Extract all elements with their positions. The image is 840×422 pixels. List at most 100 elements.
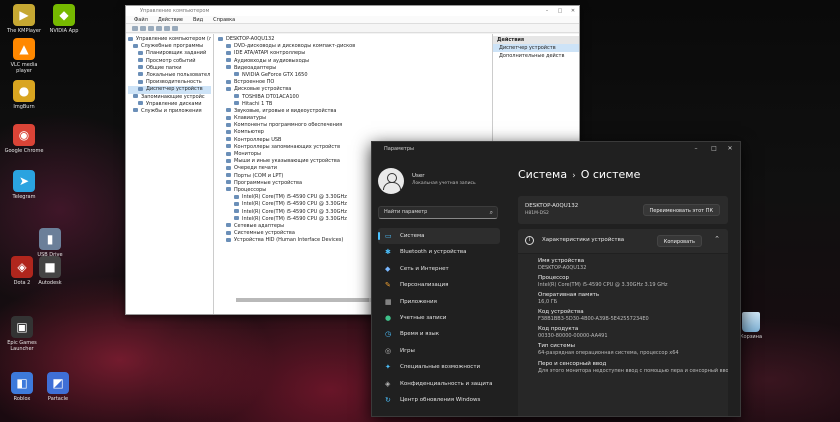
device-tree-label: NVIDIA GeForce GTX 1650 — [242, 71, 308, 78]
user-name: User — [412, 173, 425, 179]
desktop-icon[interactable]: ▶ The KMPlayer — [2, 4, 46, 34]
settings-nav-item[interactable]: ▦ Приложения — [378, 294, 500, 310]
device-tree-item[interactable]: Клавиатуры — [218, 115, 488, 122]
console-tree-item[interactable]: Производительность — [128, 79, 211, 86]
device-tree-item[interactable]: Компьютер — [218, 129, 488, 136]
console-tree-item[interactable]: Локальные пользовател — [128, 72, 211, 79]
settings-nav-label: Время и язык — [400, 331, 440, 338]
desktop-icon[interactable]: ● ImgBurn — [2, 80, 46, 110]
device-tree-item[interactable]: IDE ATA/ATAPI контроллеры — [218, 50, 488, 57]
spec-row: Имя устройства DESKTOP-A0QU132 — [538, 258, 728, 272]
console-tree-item[interactable]: Общие папки — [128, 65, 211, 72]
maximize-icon[interactable]: □ — [706, 142, 722, 156]
settings-nav-item[interactable]: ◆ Сеть и Интернет — [378, 261, 500, 277]
app-icon: ▣ — [11, 316, 33, 338]
console-tree-item[interactable]: Планировщик заданий — [128, 50, 211, 57]
device-tree-label: Компоненты программного обеспечения — [234, 122, 343, 129]
folder-icon — [133, 108, 138, 113]
device-tree-item[interactable]: Аудиовходы и аудиовыходы — [218, 58, 488, 65]
device-tree-item[interactable]: Hitachi 1 TB — [218, 101, 488, 108]
desktop-icon-label: Telegram — [12, 194, 36, 200]
device-tree-label: Мыши и иные указывающие устройства — [234, 158, 340, 165]
settings-nav-item[interactable]: ✦ Специальные возможности — [378, 359, 500, 375]
scrollbar-thumb[interactable] — [236, 298, 370, 302]
back-icon[interactable] — [132, 26, 138, 31]
forward-icon[interactable] — [140, 26, 146, 31]
action-item[interactable]: Дополнительные действ — [493, 52, 579, 60]
console-tree-item[interactable]: Просмотр событий — [128, 58, 211, 65]
desktop-icon-label: Epic Games Launcher — [7, 340, 37, 352]
settings-nav-label: Специальные возможности — [400, 364, 481, 371]
settings-nav-item[interactable]: ◈ Конфиденциальность и защита — [378, 376, 500, 392]
settings-nav-label: Bluetooth и устройства — [400, 249, 467, 256]
menu-item[interactable]: Вид — [193, 17, 203, 23]
device-tree-item[interactable]: Звуковые, игровые и видеоустройства — [218, 108, 488, 115]
desktop-icon[interactable]: ➤ Telegram — [2, 170, 46, 200]
desktop: ▶ The KMPlayer ◆ NVIDIA App ▲ VLC media playe… — [0, 0, 840, 422]
device-tree-item[interactable]: Встроенное ПО — [218, 79, 488, 86]
console-tree-item[interactable]: Управление компьютером (локал — [128, 36, 211, 43]
settings-nav-item[interactable]: ▭ Система — [378, 228, 500, 245]
scan-hardware-icon[interactable] — [172, 26, 178, 31]
app-icon: ◆ — [53, 4, 75, 26]
action-item[interactable]: Диспетчер устройств — [493, 44, 579, 52]
minimize-icon[interactable]: – — [688, 142, 704, 156]
device-tree-item[interactable]: Дисковые устройства — [218, 86, 488, 93]
device-tree-item[interactable]: Видеоадаптеры — [218, 65, 488, 72]
menu-item[interactable]: Действие — [158, 17, 183, 23]
device-tree-item[interactable]: TOSHIBA DT01ACA100 — [218, 94, 488, 101]
device-icon — [234, 194, 239, 199]
device-tree-item[interactable]: DESKTOP-A0QU132 — [218, 36, 488, 43]
settings-nav-item[interactable]: ● Учетные записи — [378, 310, 500, 326]
desktop-icon[interactable]: ◩ Partacle — [36, 372, 80, 402]
recycle-bin-label: Корзина — [739, 334, 763, 340]
maximize-icon[interactable]: □ — [554, 6, 566, 16]
settings-nav-item[interactable]: ↻ Центр обновления Windows — [378, 392, 500, 408]
menu-item[interactable]: Файл — [134, 17, 148, 23]
close-icon[interactable]: ✕ — [567, 6, 579, 16]
desktop-icon[interactable]: ▮ USB Drive — [28, 228, 72, 258]
console-tree-item[interactable]: Диспетчер устройств — [128, 86, 211, 94]
device-icon — [226, 144, 231, 149]
menu-item[interactable]: Справка — [213, 17, 235, 23]
rename-pc-button[interactable]: Переименовать этот ПК — [642, 204, 720, 216]
pc-model: H81M-DS2 — [525, 211, 549, 216]
device-tree-label: Мониторы — [234, 151, 261, 157]
copy-button[interactable]: Копировать — [656, 235, 702, 247]
device-tree-item[interactable]: NVIDIA GeForce GTX 1650 — [218, 72, 488, 79]
desktop-icon[interactable]: ■ Autodesk — [28, 256, 72, 286]
spec-row: Код устройства F38B1BB3-5D30-4B00-A39B-5E… — [538, 309, 728, 323]
console-tree-item[interactable]: Запоминающие устройс — [128, 94, 211, 101]
desktop-icon[interactable]: ▲ VLC media player — [2, 38, 46, 74]
settings-window: Параметры – □ ✕ User Локальная учетная з… — [371, 141, 741, 417]
properties-icon[interactable] — [156, 26, 162, 31]
settings-nav-item[interactable]: ◎ Игры — [378, 343, 500, 359]
minimize-icon[interactable]: – — [541, 6, 553, 16]
close-icon[interactable]: ✕ — [722, 142, 738, 156]
device-tree-item[interactable]: Компоненты программного обеспечения — [218, 122, 488, 129]
settings-nav-item[interactable]: ✱ Bluetooth и устройства — [378, 244, 500, 260]
computer-management-titlebar: Управление компьютером – □ ✕ — [126, 6, 579, 16]
settings-search-input[interactable]: Найти параметр ⌕ — [378, 206, 498, 219]
settings-titlebar: Параметры – □ ✕ — [372, 142, 740, 156]
device-specs-header[interactable]: i Характеристики устройства Копировать ⌃ — [518, 229, 728, 253]
desktop-icon[interactable]: ◆ NVIDIA App — [42, 4, 86, 34]
settings-nav-item[interactable]: ✎ Персонализация — [378, 277, 500, 293]
chevron-up-icon[interactable]: ⌃ — [714, 235, 720, 243]
app-icon: ◧ — [11, 372, 33, 394]
console-tree-item[interactable]: Служебные программы — [128, 43, 211, 50]
settings-nav-item[interactable]: ◷ Время и язык — [378, 326, 500, 342]
device-tree-label: Очереди печати — [234, 165, 278, 172]
device-tree-label: IDE ATA/ATAPI контроллеры — [234, 50, 306, 57]
desktop-icon[interactable]: ▣ Epic Games Launcher — [0, 316, 44, 352]
desktop-icon[interactable]: ◉ Google Chrome — [2, 124, 46, 154]
console-tree-item[interactable]: Управление дисками — [128, 101, 211, 108]
console-tree-item[interactable]: Службы и приложения — [128, 108, 211, 115]
folder-icon — [138, 58, 143, 63]
help-icon[interactable] — [164, 26, 170, 31]
up-icon[interactable] — [148, 26, 154, 31]
breadcrumb-parent[interactable]: Система — [518, 168, 567, 181]
menu-bar: Файл Действие Вид Справка — [126, 16, 579, 24]
device-tree-item[interactable]: DVD-дисководы и дисководы компакт-дисков — [218, 43, 488, 50]
settings-nav-label: Учетные записи — [400, 314, 447, 321]
